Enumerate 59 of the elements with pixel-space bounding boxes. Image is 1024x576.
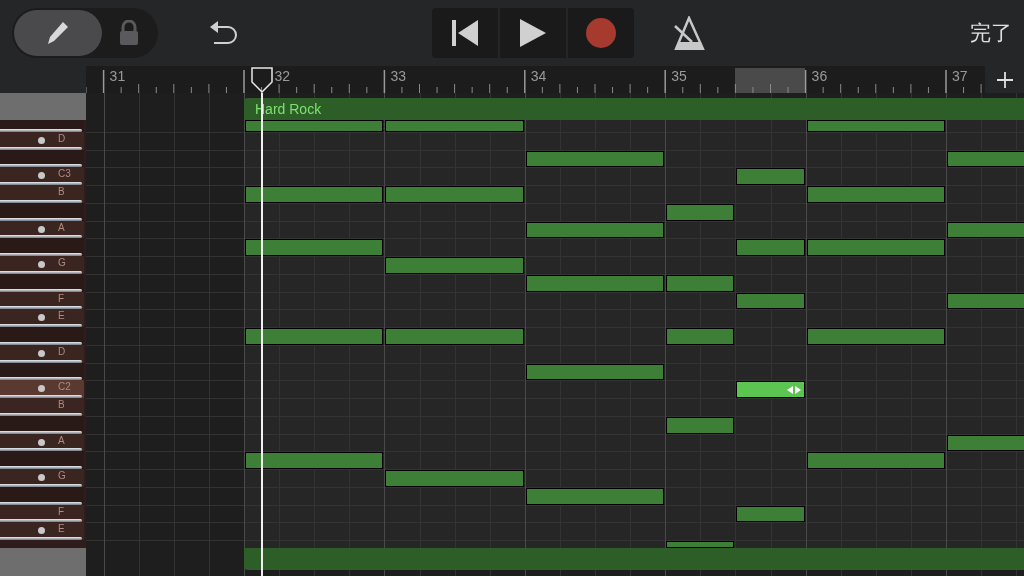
key-marker-icon [38,261,45,268]
bar-number: 31 [109,67,126,86]
key-label: B [58,186,65,198]
bar-number: 33 [390,67,406,86]
record-icon [585,17,617,49]
key-label: E [58,523,65,536]
bar-number: 32 [274,67,291,86]
key-label: D [58,345,66,358]
bar-number: 36 [811,67,828,86]
key-marker-icon [38,172,45,180]
key-label: B [58,399,65,411]
midi-note[interactable] [736,381,805,398]
key-label: A [58,221,65,234]
key-marker-icon [38,474,45,481]
piano-key[interactable] [0,327,84,345]
piano-key[interactable]: B [0,398,84,416]
piano-keyboard[interactable]: D C3 B A G F E D C2 B A G F E [0,120,86,548]
metronome-icon [674,16,706,50]
key-label: A [58,434,65,447]
playhead-icon[interactable] [250,67,273,93]
play-button[interactable] [500,8,566,58]
key-marker-icon [38,136,45,144]
piano-key[interactable] [0,238,84,256]
bar-number: 35 [671,67,687,86]
rewind-button[interactable] [432,8,498,58]
pencil-icon [46,20,70,46]
lock-icon [118,20,140,46]
piano-key[interactable]: E [0,522,84,540]
bar-number: 34 [530,67,547,86]
rewind-icon [450,18,480,48]
key-label: F [58,292,65,305]
key-label: G [58,257,66,269]
key-marker-icon [38,225,45,233]
key-marker-icon [38,438,45,446]
piano-key[interactable]: G [0,256,84,274]
done-button[interactable]: 完了 [970,17,1012,49]
key-label: G [58,470,66,482]
bar-number: 37 [952,67,968,86]
key-label: F [58,505,65,518]
piano-key[interactable]: C2 [0,380,84,398]
piano-key[interactable]: E [0,309,84,327]
piano-key[interactable]: C3 [0,167,84,185]
key-label: E [58,310,65,323]
piano-key[interactable] [0,451,84,469]
key-marker-icon [38,527,45,535]
plus-icon [995,70,1014,89]
undo-icon [208,19,240,47]
pencil-tool-button[interactable] [14,10,102,56]
key-marker-icon [38,385,45,393]
timeline-ruler[interactable]: 31 32 33 34 35 36 37 [86,66,985,93]
key-label: C3 [58,168,71,181]
play-icon [518,17,548,49]
key-marker-icon [38,314,45,322]
piano-key[interactable]: G [0,469,84,487]
key-label: D [58,132,66,145]
key-marker-icon [38,349,45,357]
key-label: C2 [58,381,71,394]
piano-key[interactable]: B [0,185,84,203]
resize-handle-icon[interactable] [786,385,801,394]
